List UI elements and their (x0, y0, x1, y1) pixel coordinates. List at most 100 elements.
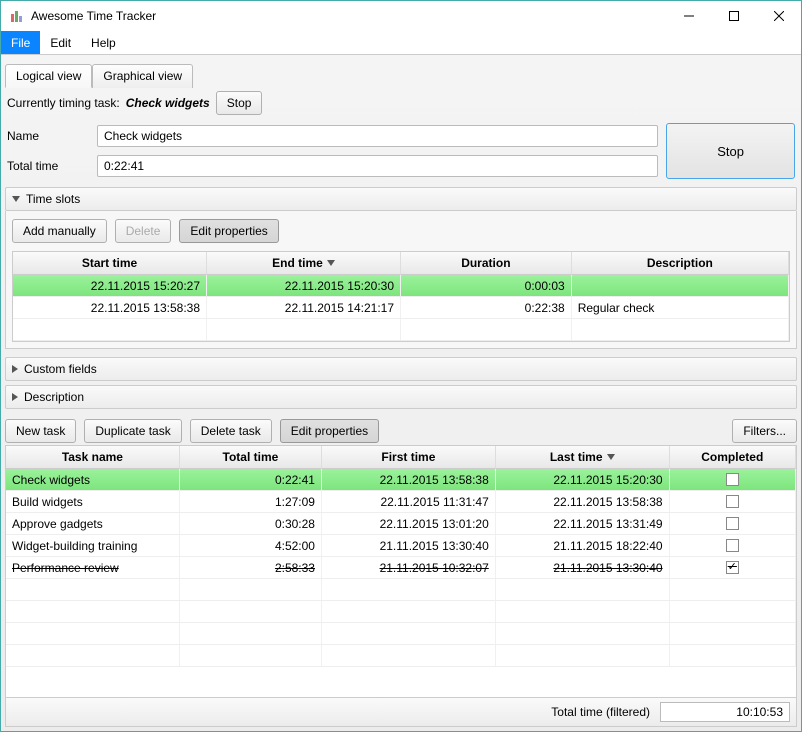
cell-duration: 0:00:03 (401, 275, 572, 296)
cell-total: 0:30:28 (180, 513, 322, 534)
chevron-right-icon (12, 365, 18, 373)
menu-file[interactable]: File (1, 31, 40, 54)
cell-completed (670, 513, 796, 534)
chevron-down-icon (12, 196, 20, 202)
task-fields: Name Total time (7, 123, 658, 179)
cell-first: 22.11.2015 13:01:20 (322, 513, 496, 534)
timeslots-toolbar: Add manually Delete Edit properties (12, 217, 790, 245)
timing-row: Currently timing task: Check widgets Sto… (5, 87, 797, 121)
timeslots-panel: Add manually Delete Edit properties Star… (5, 211, 797, 349)
tasks-toolbar: New task Duplicate task Delete task Edit… (5, 417, 797, 445)
completed-checkbox[interactable] (726, 473, 739, 486)
table-row[interactable]: 22.11.2015 13:58:3822.11.2015 14:21:170:… (13, 297, 789, 319)
app-title: Awesome Time Tracker (31, 9, 666, 23)
cell-start: 22.11.2015 13:58:38 (13, 297, 207, 318)
task-detail: Name Total time Stop (5, 121, 797, 183)
cell-duration: 0:22:38 (401, 297, 572, 318)
name-label: Name (7, 129, 87, 143)
th-first-time[interactable]: First time (322, 446, 496, 469)
sort-desc-icon (327, 260, 335, 266)
completed-checkbox[interactable] (726, 561, 739, 574)
totals-bar: Total time (filtered) (5, 698, 797, 727)
table-row[interactable]: Widget-building training4:52:0021.11.201… (6, 535, 796, 557)
table-row[interactable]: Build widgets1:27:0922.11.2015 11:31:472… (6, 491, 796, 513)
app-window: Awesome Time Tracker File Edit Help Logi… (0, 0, 802, 732)
cell-start: 22.11.2015 15:20:27 (13, 275, 207, 296)
table-row (6, 623, 796, 645)
stop-big-button[interactable]: Stop (666, 123, 795, 179)
th-completed[interactable]: Completed (670, 446, 796, 469)
expander-timeslots[interactable]: Time slots (5, 187, 797, 211)
app-icon (9, 8, 25, 24)
totaltime-field[interactable] (97, 155, 658, 177)
cell-last: 21.11.2015 18:22:40 (496, 535, 670, 556)
th-task-name[interactable]: Task name (6, 446, 180, 469)
cell-total: 1:27:09 (180, 491, 322, 512)
filters-button[interactable]: Filters... (732, 419, 797, 443)
sort-desc-icon (607, 454, 615, 460)
window-controls (666, 1, 801, 31)
table-row[interactable]: 22.11.2015 15:20:2722.11.2015 15:20:300:… (13, 275, 789, 297)
minimize-button[interactable] (666, 1, 711, 31)
chevron-right-icon (12, 393, 18, 401)
th-last-time[interactable]: Last time (496, 446, 670, 469)
maximize-button[interactable] (711, 1, 756, 31)
new-task-button[interactable]: New task (5, 419, 76, 443)
cell-completed (670, 535, 796, 556)
edit-task-properties-button[interactable]: Edit properties (280, 419, 379, 443)
delete-task-button[interactable]: Delete task (190, 419, 272, 443)
client-area: Logical view Graphical view Currently ti… (1, 55, 801, 731)
cell-completed (670, 469, 796, 490)
completed-checkbox[interactable] (726, 517, 739, 530)
th-end-time[interactable]: End time (207, 252, 401, 275)
expander-description[interactable]: Description (5, 385, 797, 409)
cell-last: 21.11.2015 13:30:40 (496, 557, 670, 578)
cell-task-name: Check widgets (6, 469, 180, 490)
table-row (6, 579, 796, 601)
cell-end: 22.11.2015 15:20:30 (207, 275, 401, 296)
delete-slot-button[interactable]: Delete (115, 219, 172, 243)
cell-first: 21.11.2015 10:32:07 (322, 557, 496, 578)
duplicate-task-button[interactable]: Duplicate task (84, 419, 181, 443)
tab-logical-view[interactable]: Logical view (5, 64, 92, 88)
expander-customfields[interactable]: Custom fields (5, 357, 797, 381)
table-row (13, 319, 789, 341)
table-row (6, 601, 796, 623)
th-description[interactable]: Description (572, 252, 789, 275)
titlebar: Awesome Time Tracker (1, 1, 801, 31)
cell-last: 22.11.2015 13:31:49 (496, 513, 670, 534)
timing-label: Currently timing task: (7, 96, 120, 110)
cell-completed (670, 491, 796, 512)
completed-checkbox[interactable] (726, 539, 739, 552)
table-row[interactable]: Performance review2:58:3321.11.2015 10:3… (6, 557, 796, 579)
th-start-time[interactable]: Start time (13, 252, 207, 275)
close-button[interactable] (756, 1, 801, 31)
timing-taskname: Check widgets (126, 96, 210, 110)
menu-edit[interactable]: Edit (40, 31, 81, 54)
cell-first: 22.11.2015 13:58:38 (322, 469, 496, 490)
cell-total: 2:58:33 (180, 557, 322, 578)
table-row[interactable]: Check widgets0:22:4122.11.2015 13:58:382… (6, 469, 796, 491)
stop-small-button[interactable]: Stop (216, 91, 263, 115)
th-total-time[interactable]: Total time (180, 446, 322, 469)
th-duration[interactable]: Duration (401, 252, 572, 275)
timeslots-table: Start time End time Duration Description… (12, 251, 790, 342)
cell-total: 0:22:41 (180, 469, 322, 490)
add-manually-button[interactable]: Add manually (12, 219, 107, 243)
name-field[interactable] (97, 125, 658, 147)
menu-help[interactable]: Help (81, 31, 126, 54)
cell-task-name: Performance review (6, 557, 180, 578)
cell-description (572, 275, 789, 296)
cell-first: 21.11.2015 13:30:40 (322, 535, 496, 556)
table-row[interactable]: Approve gadgets0:30:2822.11.2015 13:01:2… (6, 513, 796, 535)
totals-label: Total time (filtered) (551, 705, 650, 719)
cell-last: 22.11.2015 13:58:38 (496, 491, 670, 512)
expander-description-label: Description (24, 390, 84, 404)
cell-first: 22.11.2015 11:31:47 (322, 491, 496, 512)
tasks-section: New task Duplicate task Delete task Edit… (5, 417, 797, 727)
edit-slot-properties-button[interactable]: Edit properties (179, 219, 278, 243)
completed-checkbox[interactable] (726, 495, 739, 508)
expander-timeslots-label: Time slots (26, 192, 80, 206)
tab-graphical-view[interactable]: Graphical view (92, 64, 193, 88)
cell-end: 22.11.2015 14:21:17 (207, 297, 401, 318)
